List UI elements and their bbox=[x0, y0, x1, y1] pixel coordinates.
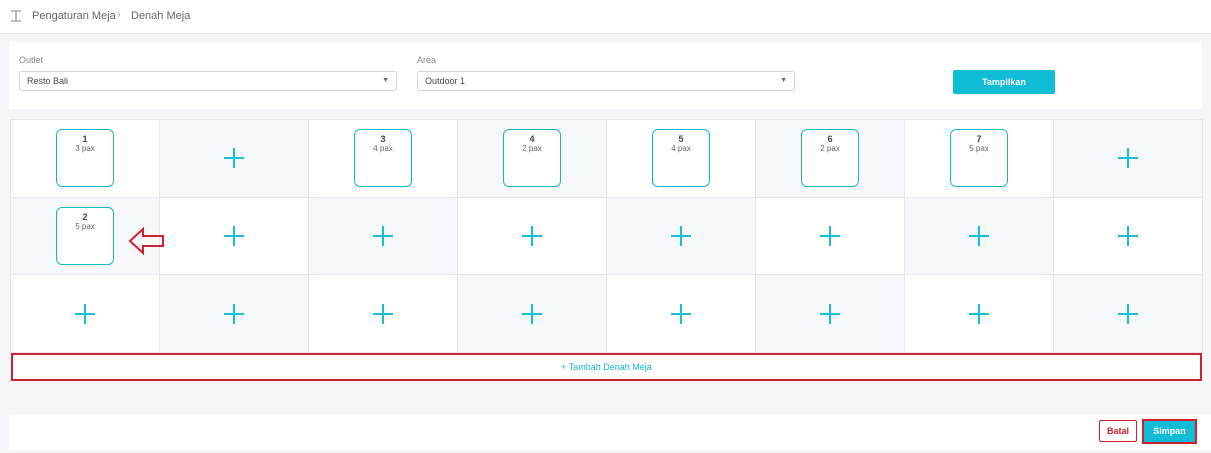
area-select[interactable]: Outdoor 1 ▼ bbox=[417, 71, 795, 91]
breadcrumb-parent[interactable]: Pengaturan Meja bbox=[32, 10, 116, 22]
plus-icon[interactable] bbox=[820, 225, 840, 246]
table-number: 7 bbox=[976, 134, 982, 145]
cancel-button[interactable]: Batal bbox=[1099, 420, 1137, 442]
outlet-select-value: Resto Bali bbox=[27, 76, 69, 86]
layout-icon bbox=[11, 10, 21, 22]
footer-actions: Batal Simpan bbox=[9, 414, 1211, 450]
plus-icon[interactable] bbox=[373, 303, 393, 324]
table-card[interactable]: 13 pax bbox=[56, 129, 114, 188]
plus-icon[interactable] bbox=[1118, 225, 1138, 246]
grid-cell-empty[interactable] bbox=[756, 275, 905, 353]
filter-panel: Outlet Resto Bali ▼ Area Outdoor 1 ▼ Tam… bbox=[9, 42, 1202, 109]
grid-cell-empty[interactable] bbox=[756, 197, 905, 276]
outlet-select[interactable]: Resto Bali ▼ bbox=[19, 71, 397, 91]
table-capacity: 2 pax bbox=[522, 144, 542, 154]
grid-cell-empty[interactable] bbox=[11, 275, 160, 353]
grid-cell-empty[interactable] bbox=[309, 197, 458, 276]
table-card[interactable]: 62 pax bbox=[801, 129, 859, 188]
plus-icon[interactable] bbox=[820, 303, 840, 324]
table-layout-grid: 13 pax 3 4 pax 4 2 pax 5 4 pax 6 2 pax 7 5 pax 2 5 p… bbox=[10, 119, 1203, 353]
arrow-left-icon bbox=[128, 226, 164, 256]
table-card[interactable]: 75 pax bbox=[950, 129, 1008, 188]
caret-down-icon: ▼ bbox=[780, 77, 787, 84]
table-number: 3 bbox=[380, 134, 386, 145]
table-card[interactable]: 25 pax bbox=[56, 206, 114, 265]
plus-icon[interactable] bbox=[671, 225, 691, 246]
grid-cell-empty[interactable] bbox=[1054, 197, 1203, 276]
plus-icon[interactable] bbox=[224, 148, 244, 169]
table-capacity: 5 pax bbox=[75, 221, 95, 231]
save-button[interactable]: Simpan bbox=[1142, 419, 1197, 444]
top-bar: Pengaturan Meja › Denah Meja bbox=[0, 0, 1211, 34]
add-layout-row-button[interactable]: + Tambah Denah Meja bbox=[11, 353, 1202, 381]
grid-cell-empty[interactable] bbox=[1054, 275, 1203, 353]
outlet-label: Outlet bbox=[19, 55, 44, 65]
plus-icon[interactable] bbox=[373, 225, 393, 246]
plus-icon[interactable] bbox=[224, 303, 244, 324]
table-capacity: 4 pax bbox=[671, 144, 691, 154]
table-card[interactable]: 42 pax bbox=[503, 129, 561, 188]
grid-cell-table[interactable]: 13 pax bbox=[11, 120, 160, 198]
grid-cell-empty[interactable] bbox=[160, 197, 309, 276]
area-select-value: Outdoor 1 bbox=[425, 76, 466, 86]
grid-cell-empty[interactable] bbox=[309, 275, 458, 353]
plus-icon[interactable] bbox=[224, 225, 244, 246]
grid-cell-empty[interactable] bbox=[458, 275, 607, 353]
grid-cell-table[interactable]: 75 pax bbox=[905, 120, 1054, 198]
grid-cell-empty[interactable] bbox=[458, 197, 607, 276]
table-number: 2 bbox=[82, 211, 88, 222]
grid-cell-table[interactable]: 42 pax bbox=[458, 120, 607, 198]
grid-cell-empty[interactable] bbox=[160, 120, 309, 198]
grid-cell-empty[interactable] bbox=[1054, 120, 1203, 198]
grid-cell-empty[interactable] bbox=[905, 275, 1054, 353]
grid-cell-empty[interactable] bbox=[607, 275, 756, 353]
table-capacity: 2 pax bbox=[820, 144, 840, 154]
table-number: 6 bbox=[827, 134, 833, 145]
grid-cell-table[interactable]: 34 pax bbox=[309, 120, 458, 198]
table-number: 1 bbox=[82, 134, 88, 145]
plus-icon[interactable] bbox=[671, 303, 691, 324]
grid-cell-table[interactable]: 54 pax bbox=[607, 120, 756, 198]
plus-icon[interactable] bbox=[1118, 303, 1138, 324]
breadcrumb-separator-icon: › bbox=[117, 9, 121, 21]
plus-icon[interactable] bbox=[1118, 148, 1138, 169]
plus-icon[interactable] bbox=[969, 303, 989, 324]
caret-down-icon: ▼ bbox=[382, 77, 389, 84]
show-button[interactable]: Tampilkan bbox=[953, 70, 1055, 94]
breadcrumb-current: Denah Meja bbox=[131, 10, 191, 22]
plus-icon[interactable] bbox=[969, 225, 989, 246]
table-number: 4 bbox=[529, 134, 535, 145]
area-label: Area bbox=[417, 55, 437, 65]
table-capacity: 3 pax bbox=[75, 144, 95, 154]
table-number: 5 bbox=[678, 134, 684, 145]
plus-icon[interactable] bbox=[522, 303, 542, 324]
table-card[interactable]: 34 pax bbox=[354, 129, 412, 188]
grid-cell-table[interactable]: 62 pax bbox=[756, 120, 905, 198]
grid-cell-empty[interactable] bbox=[607, 197, 756, 276]
grid-cell-empty[interactable] bbox=[905, 197, 1054, 276]
plus-icon[interactable] bbox=[75, 303, 95, 324]
plus-icon[interactable] bbox=[522, 225, 542, 246]
grid-cell-empty[interactable] bbox=[160, 275, 309, 353]
table-card[interactable]: 54 pax bbox=[652, 129, 710, 188]
table-capacity: 4 pax bbox=[373, 144, 393, 154]
table-capacity: 5 pax bbox=[969, 144, 989, 154]
